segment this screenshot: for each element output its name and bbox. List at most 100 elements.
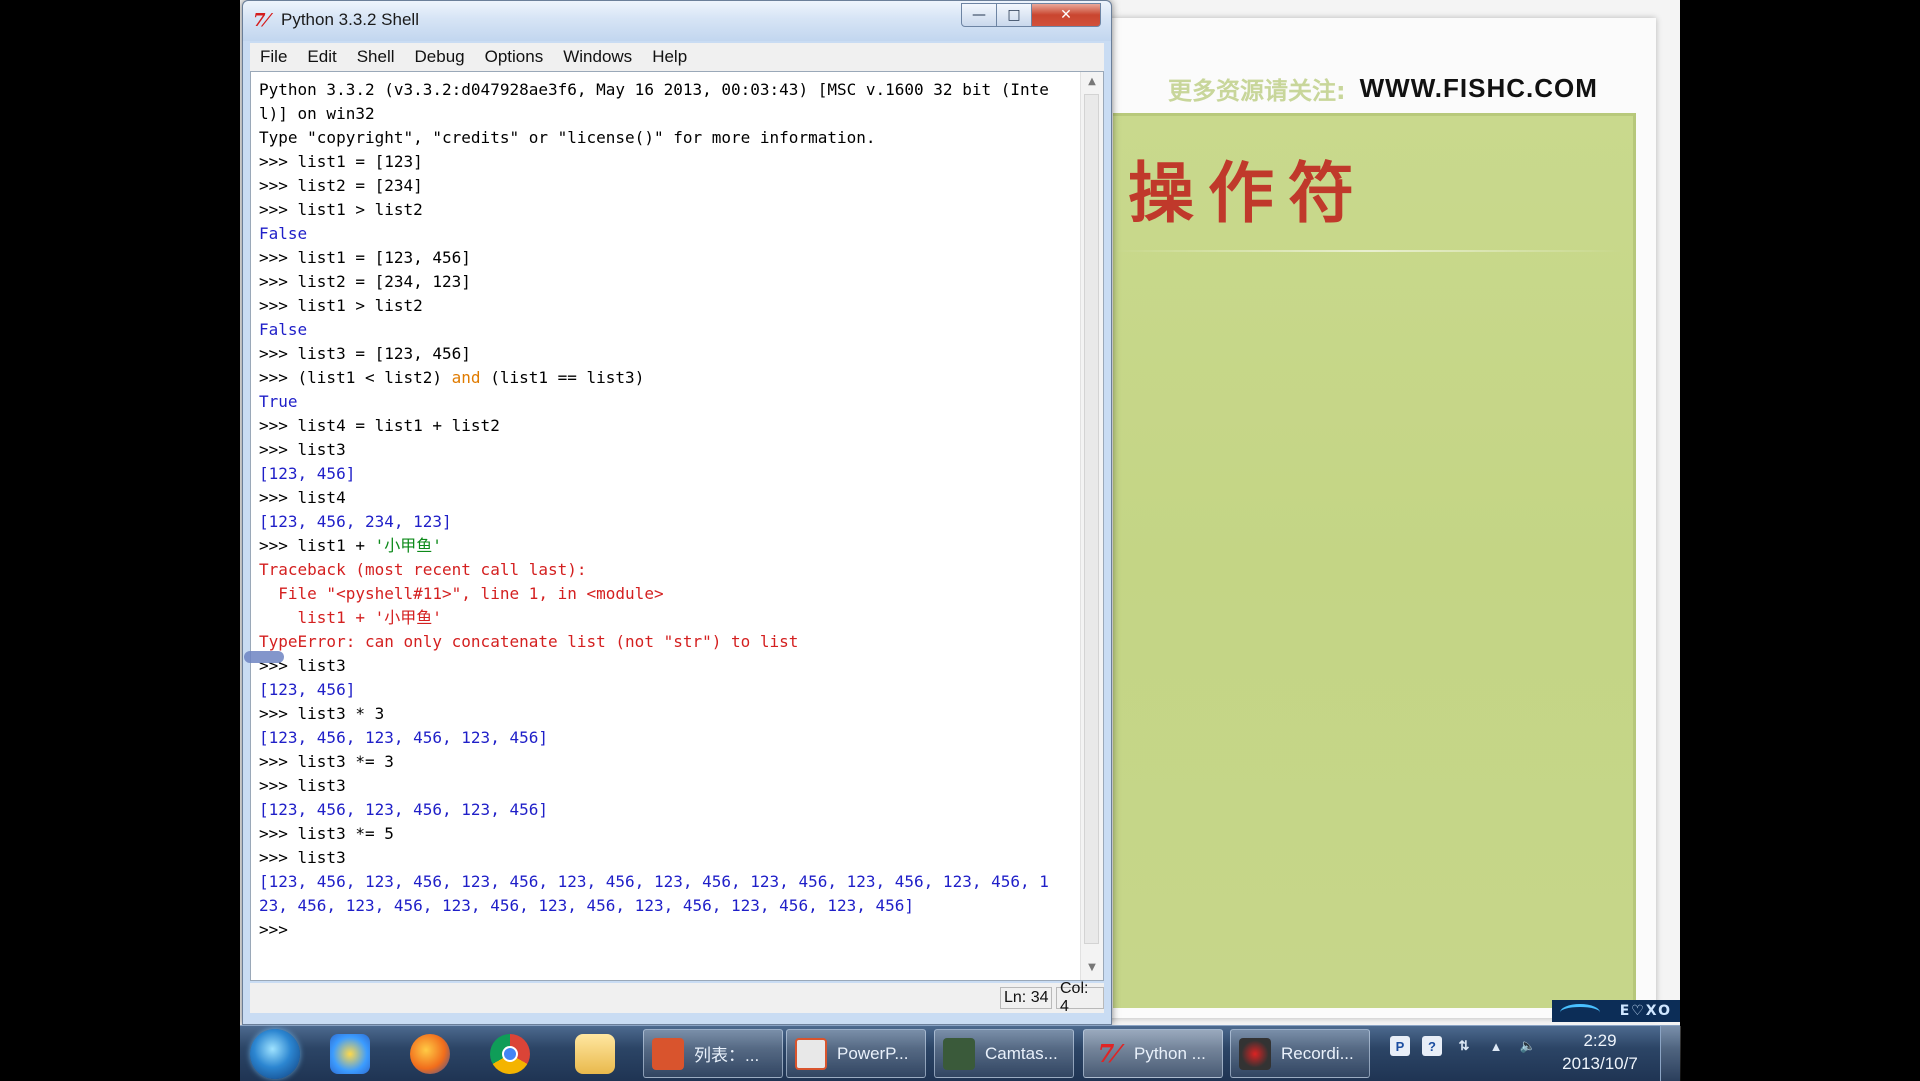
column-number-indicator: Col: 4: [1056, 980, 1104, 1015]
shell-line: >>> list1 > list2: [259, 296, 423, 315]
show-hidden-icons-icon[interactable]: ▲: [1486, 1036, 1506, 1056]
shell-line: l)] on win32: [259, 104, 375, 123]
file-explorer-icon[interactable]: [575, 1034, 615, 1074]
maximize-button[interactable]: □: [996, 3, 1032, 27]
taskbar-item-label: Recordi...: [1281, 1043, 1354, 1063]
status-bar: Ln: 34 Col: 4: [250, 980, 1104, 1015]
input-method-icon[interactable]: P: [1390, 1036, 1410, 1056]
shell-line: >>> list3 *= 5: [259, 824, 394, 843]
swoosh-icon: [1560, 1004, 1600, 1021]
menu-file[interactable]: File: [250, 47, 297, 67]
menu-options[interactable]: Options: [475, 47, 554, 67]
close-button[interactable]: ✕: [1031, 3, 1101, 27]
idle-icon: 7⁄: [1097, 1039, 1119, 1068]
taskbar-item-python[interactable]: 7⁄ Python ...: [1083, 1029, 1223, 1078]
shell-code-text: >>> list1 +: [259, 536, 375, 555]
shell-line: >>> list3: [259, 776, 346, 795]
shell-line: File "<pyshell#11>", line 1, in <module>: [259, 584, 664, 603]
menu-shell[interactable]: Shell: [347, 47, 405, 67]
menu-edit[interactable]: Edit: [297, 47, 346, 67]
show-desktop-button[interactable]: [1660, 1026, 1681, 1081]
taskbar-item-label: Python ...: [1134, 1043, 1206, 1063]
vertical-scrollbar[interactable]: ▲ ▼: [1080, 72, 1103, 980]
slide-header-url: WWW.FISHC.COM: [1359, 72, 1598, 103]
shell-output[interactable]: Python 3.3.2 (v3.3.2:d047928ae3f6, May 1…: [259, 78, 1079, 942]
clock[interactable]: 2:29 2013/10/7: [1552, 1030, 1648, 1076]
taskbar-item-powerpoint-list[interactable]: 列表：...: [643, 1029, 783, 1078]
shell-line: >>> list2 = [234, 123]: [259, 272, 471, 291]
python-shell-window: 7⁄ Python 3.3.2 Shell — □ ✕ File Edit Sh…: [242, 0, 1112, 1025]
shell-line: >>> list3: [259, 440, 346, 459]
maximize-icon: □: [1007, 7, 1021, 23]
clock-time: 2:29: [1583, 1031, 1617, 1050]
shell-line: >>>: [259, 920, 298, 939]
scroll-thumb[interactable]: [1084, 94, 1099, 944]
shell-line: [123, 456, 123, 456, 123, 456, 123, 456,…: [259, 872, 1049, 891]
shell-line: [123, 456]: [259, 680, 356, 699]
shell-line: >>> list1 > list2: [259, 200, 423, 219]
shell-line: Python 3.3.2 (v3.3.2:d047928ae3f6, May 1…: [259, 80, 1049, 99]
shell-line: Traceback (most recent call last):: [259, 560, 587, 579]
shell-code-text: (list1 == list3): [480, 368, 645, 387]
shell-line: False: [259, 224, 308, 243]
title-bar[interactable]: 7⁄ Python 3.3.2 Shell — □ ✕: [243, 1, 1111, 41]
volume-icon[interactable]: 🔈: [1518, 1036, 1538, 1056]
taskbar-item-recording[interactable]: Recordi...: [1230, 1029, 1370, 1078]
menu-debug[interactable]: Debug: [405, 47, 475, 67]
scroll-down-icon[interactable]: ▼: [1085, 962, 1099, 976]
shell-line: >>> list1 = [123, 456]: [259, 248, 471, 267]
shell-string-literal: '小甲鱼': [374, 536, 442, 555]
window-title: Python 3.3.2 Shell: [281, 10, 419, 29]
shell-line: >>> list1 = [123]: [259, 152, 423, 171]
shell-line: list1 + '小甲鱼': [259, 608, 442, 627]
clock-date: 2013/10/7: [1562, 1054, 1638, 1073]
idle-app-icon: 7⁄: [253, 10, 269, 31]
shell-line: >>> list3: [259, 848, 346, 867]
shell-line: [123, 456, 123, 456, 123, 456]: [259, 728, 548, 747]
help-icon[interactable]: ?: [1422, 1036, 1442, 1056]
shell-text-area[interactable]: Python 3.3.2 (v3.3.2:d047928ae3f6, May 1…: [250, 71, 1104, 981]
shell-line: Type "copyright", "credits" or "license(…: [259, 128, 876, 147]
camtasia-icon: [943, 1037, 975, 1070]
shell-line: >>> list3 * 3: [259, 704, 385, 723]
shell-line: True: [259, 392, 298, 411]
shell-line: >>> list2 = [234]: [259, 176, 423, 195]
taskbar-item-powerpoint[interactable]: PowerP...: [786, 1029, 926, 1078]
slide-header-cn: 更多资源请关注:: [1168, 76, 1346, 105]
powerpoint-doc-icon: [795, 1037, 827, 1070]
shell-keyword: and: [451, 368, 481, 387]
shell-line: >>> list3: [259, 656, 346, 675]
scroll-up-icon[interactable]: ▲: [1085, 76, 1099, 90]
network-icon[interactable]: ⇅: [1454, 1036, 1474, 1056]
shell-line: >>> list3 = [123, 456]: [259, 344, 471, 363]
menu-windows[interactable]: Windows: [553, 47, 642, 67]
internet-explorer-icon[interactable]: [330, 1034, 370, 1074]
menu-help[interactable]: Help: [642, 47, 697, 67]
shell-line: [123, 456]: [259, 464, 356, 483]
shell-line: 23, 456, 123, 456, 123, 456, 123, 456, 1…: [259, 896, 915, 915]
shell-line: TypeError: can only concatenate list (no…: [259, 632, 799, 651]
taskbar-item-label: PowerP...: [837, 1043, 909, 1063]
taskbar-item-camtasia[interactable]: Camtas...: [934, 1029, 1074, 1078]
mouse-pointer-icon: [244, 651, 284, 663]
shell-line: [123, 456, 123, 456, 123, 456]: [259, 800, 548, 819]
slide-divider: [1113, 250, 1623, 252]
firefox-icon[interactable]: [410, 1034, 450, 1074]
taskbar-item-label: Camtas...: [985, 1043, 1058, 1063]
shell-line: >>> list3 *= 3: [259, 752, 394, 771]
start-button[interactable]: [250, 1029, 300, 1079]
shell-line: False: [259, 320, 308, 339]
minimize-icon: —: [972, 7, 986, 23]
system-tray: P ? ⇅ ▲ 🔈: [1390, 1036, 1538, 1056]
slide-title: 操作符: [1128, 154, 1368, 232]
line-number-indicator: Ln: 34: [1000, 987, 1053, 1009]
shell-line: >>> list1 + '小甲鱼': [259, 534, 1079, 558]
chrome-icon[interactable]: [490, 1034, 530, 1074]
slide-header: 更多资源请关注: WWW.FISHC.COM: [1168, 66, 1598, 110]
minimize-button[interactable]: —: [961, 3, 997, 27]
brand-badge-text: E♡XO: [1619, 1003, 1672, 1019]
menu-bar: File Edit Shell Debug Options Windows He…: [250, 43, 1104, 72]
shell-line: >>> list4 = list1 + list2: [259, 416, 500, 435]
brand-badge: E♡XO: [1552, 1000, 1680, 1022]
recorder-icon: [1239, 1037, 1271, 1070]
